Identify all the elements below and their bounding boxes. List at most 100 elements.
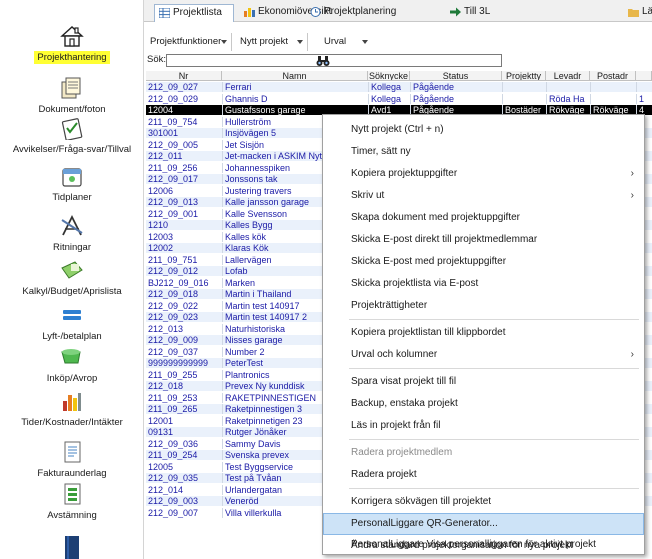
projektfunktioner-dropdown[interactable]: Projektfunktioner bbox=[146, 33, 232, 51]
table-cell: 12004 bbox=[148, 105, 174, 115]
sidebar-item-label: Kalkyl/Budget/Aprislista bbox=[22, 286, 122, 297]
column-header[interactable]: Levadr bbox=[546, 71, 590, 81]
table-cell: 301001 bbox=[148, 128, 179, 138]
menu-item[interactable]: Skicka E-post direkt till projektmedlemm… bbox=[323, 229, 644, 251]
menu-item[interactable]: Spara visat projekt till fil bbox=[323, 371, 644, 393]
house-icon bbox=[59, 24, 85, 48]
table-cell: 212_09_022 bbox=[148, 300, 199, 311]
sidebar-item-label: Tider/Kostnader/Intäkter bbox=[21, 417, 123, 428]
sidebar-item-tider-kostnader-intäkter[interactable]: Tider/Kostnader/Intäkter bbox=[0, 389, 144, 429]
sidebar-item-lyft-betalplan[interactable]: Lyft-/betalplan bbox=[0, 303, 144, 343]
table-cell: 212_09_029 bbox=[148, 93, 199, 104]
tab-label: Projektplanering bbox=[324, 6, 397, 17]
menu-item[interactable]: Kopiera projektlistan till klippbordet bbox=[323, 322, 644, 344]
table-cell: 09131 bbox=[148, 427, 174, 437]
column-header[interactable]: Status bbox=[410, 71, 502, 81]
column-header[interactable]: Namn bbox=[222, 71, 368, 81]
table-cell: 212_09_017 bbox=[148, 174, 199, 184]
menu-item[interactable]: Timer, sätt ny bbox=[323, 141, 644, 163]
menu-item[interactable]: Radera projekt bbox=[323, 464, 644, 486]
column-header[interactable]: Nr bbox=[146, 71, 222, 81]
sidebar-item-avstämning[interactable]: Avstämning bbox=[0, 482, 144, 522]
menu-item[interactable]: Skapa dokument med projektuppgifter bbox=[323, 207, 644, 229]
menu-separator bbox=[349, 368, 639, 369]
table-cell bbox=[636, 82, 652, 92]
menu-item[interactable]: Skicka projektlista via E-post bbox=[323, 273, 644, 295]
table-cell: 12001 bbox=[148, 415, 174, 426]
table-cell: 212_09_001 bbox=[148, 208, 199, 219]
table-cell: Kollega bbox=[368, 93, 410, 104]
sidebar-item-inköp-avrop[interactable]: Inköp/Avrop bbox=[0, 345, 144, 385]
sidebar-item-fakturaunderlag[interactable]: Fakturaunderlag bbox=[0, 440, 144, 480]
table-cell: Röda Ha bbox=[546, 93, 590, 104]
column-header[interactable] bbox=[636, 71, 652, 81]
nytt-projekt-label: Nytt projekt bbox=[240, 36, 289, 47]
sidebar-item-label: Dokument/foton bbox=[38, 104, 106, 115]
menu-separator bbox=[349, 439, 639, 440]
menu-item-label: PersonalLiggare Visa personalliggaren fö… bbox=[351, 539, 596, 550]
table-cell bbox=[590, 82, 636, 92]
sidebar-item-label: Avvikelser/Fråga-svar/Tillval bbox=[12, 144, 132, 155]
menu-item[interactable]: Korrigera sökvägen till projektet bbox=[323, 491, 644, 513]
tab-projektplanering[interactable]: Projektplanering bbox=[306, 4, 396, 22]
menu-item-label: Spara visat projekt till fil bbox=[351, 376, 457, 387]
sidebar-item-label: Projekthantering bbox=[34, 51, 110, 64]
column-header[interactable]: Postadr bbox=[590, 71, 636, 81]
table-cell: 999999999999 bbox=[148, 358, 209, 368]
table-cell: 212_09_035 bbox=[148, 473, 199, 483]
table-cell: 1210 bbox=[148, 220, 169, 230]
table-cell: 1 bbox=[636, 93, 652, 104]
sidebar-item-label: Inköp/Avrop bbox=[46, 373, 98, 384]
menu-item-label: Skicka projektlista via E-post bbox=[351, 278, 479, 289]
sidebar-item-dokument-foton[interactable]: Dokument/foton bbox=[0, 76, 144, 116]
menu-item-label: Läs in projekt från fil bbox=[351, 420, 441, 431]
sidebar-item-projekthantering[interactable]: Projekthantering bbox=[0, 24, 144, 64]
menu-item[interactable]: Nytt projekt (Ctrl + n) bbox=[323, 119, 644, 141]
menu-item-label: Korrigera sökvägen till projektet bbox=[351, 496, 492, 507]
search-input[interactable] bbox=[166, 54, 502, 67]
table-row[interactable]: 212_09_027 Ferrari Kollega Pågående bbox=[146, 82, 652, 92]
sidebar-item-avvikelser-fråga-svar-tillval[interactable]: Avvikelser/Fråga-svar/Tillval bbox=[0, 116, 144, 156]
menu-item[interactable]: Läs in projekt från fil bbox=[323, 415, 644, 437]
calendar-icon bbox=[59, 164, 85, 188]
menu-item[interactable]: Projekträttigheter bbox=[323, 295, 644, 317]
reconciliation-icon bbox=[59, 482, 85, 506]
menu-item[interactable]: PersonalLiggare QR-Generator... bbox=[323, 513, 644, 535]
search-row: Sök: bbox=[144, 54, 652, 68]
sidebar-item-more[interactable] bbox=[0, 535, 144, 559]
table-row[interactable]: 212_09_029 Ghannis D Kollega Pågående Röda H… bbox=[146, 93, 652, 104]
sidebar-item-tidplaner[interactable]: Tidplaner bbox=[0, 164, 144, 204]
table-cell: 211_09_265 bbox=[148, 404, 198, 414]
invoice-icon bbox=[59, 440, 85, 464]
binoculars-icon[interactable] bbox=[316, 55, 330, 67]
column-header[interactable]: Projektty bbox=[502, 71, 546, 81]
urval-dropdown[interactable]: Urval bbox=[314, 33, 372, 51]
projektfunktioner-label: Projektfunktioner bbox=[150, 36, 222, 47]
column-header[interactable]: Söknycke bbox=[368, 71, 410, 81]
menu-item: Radera projektmedlem bbox=[323, 442, 644, 464]
table-cell: 211_09_256 bbox=[148, 162, 198, 173]
menu-item[interactable]: Urval och kolumner › bbox=[323, 344, 644, 366]
table-header: Nr Namn Söknycke Status Projektty Levadr Posta… bbox=[146, 71, 652, 81]
sidebar-item-ritningar[interactable]: Ritningar bbox=[0, 214, 144, 254]
search-label: Sök: bbox=[147, 54, 167, 65]
table-cell: 212_018 bbox=[148, 381, 184, 391]
tab-projektlista[interactable]: Projektlista bbox=[154, 4, 234, 22]
context-menu: Nytt projekt (Ctrl + n) Timer, sätt ny Kop… bbox=[322, 114, 645, 555]
book-icon bbox=[59, 535, 85, 559]
payment-plan-icon bbox=[59, 303, 85, 327]
sidebar-item-label: Fakturaunderlag bbox=[37, 468, 107, 479]
menu-item-label: Radera projektmedlem bbox=[351, 447, 453, 458]
tab-till-3l[interactable]: Till 3L bbox=[446, 4, 490, 22]
nytt-projekt-dropdown[interactable]: Nytt projekt bbox=[236, 33, 308, 51]
sidebar-item-kalkyl-budget-aprislista[interactable]: Kalkyl/Budget/Aprislista bbox=[0, 258, 144, 298]
menu-item[interactable]: Skicka E-post med projektuppgifter bbox=[323, 251, 644, 273]
menu-item[interactable]: Kopiera projektuppgifter › bbox=[323, 163, 644, 185]
tab-bar: Projektlista Ekonomiöversikt Projektplaner… bbox=[144, 0, 652, 22]
table-cell: Pågående bbox=[410, 93, 502, 104]
menu-item[interactable]: PersonalLiggare Visa personalliggaren fö… bbox=[323, 534, 644, 556]
menu-item[interactable]: Skriv ut › bbox=[323, 185, 644, 207]
tab-läs-fö[interactable]: Läs fö bbox=[624, 4, 652, 22]
table-cell: 12005 bbox=[148, 461, 174, 472]
menu-item[interactable]: Backup, enstaka projekt bbox=[323, 393, 644, 415]
